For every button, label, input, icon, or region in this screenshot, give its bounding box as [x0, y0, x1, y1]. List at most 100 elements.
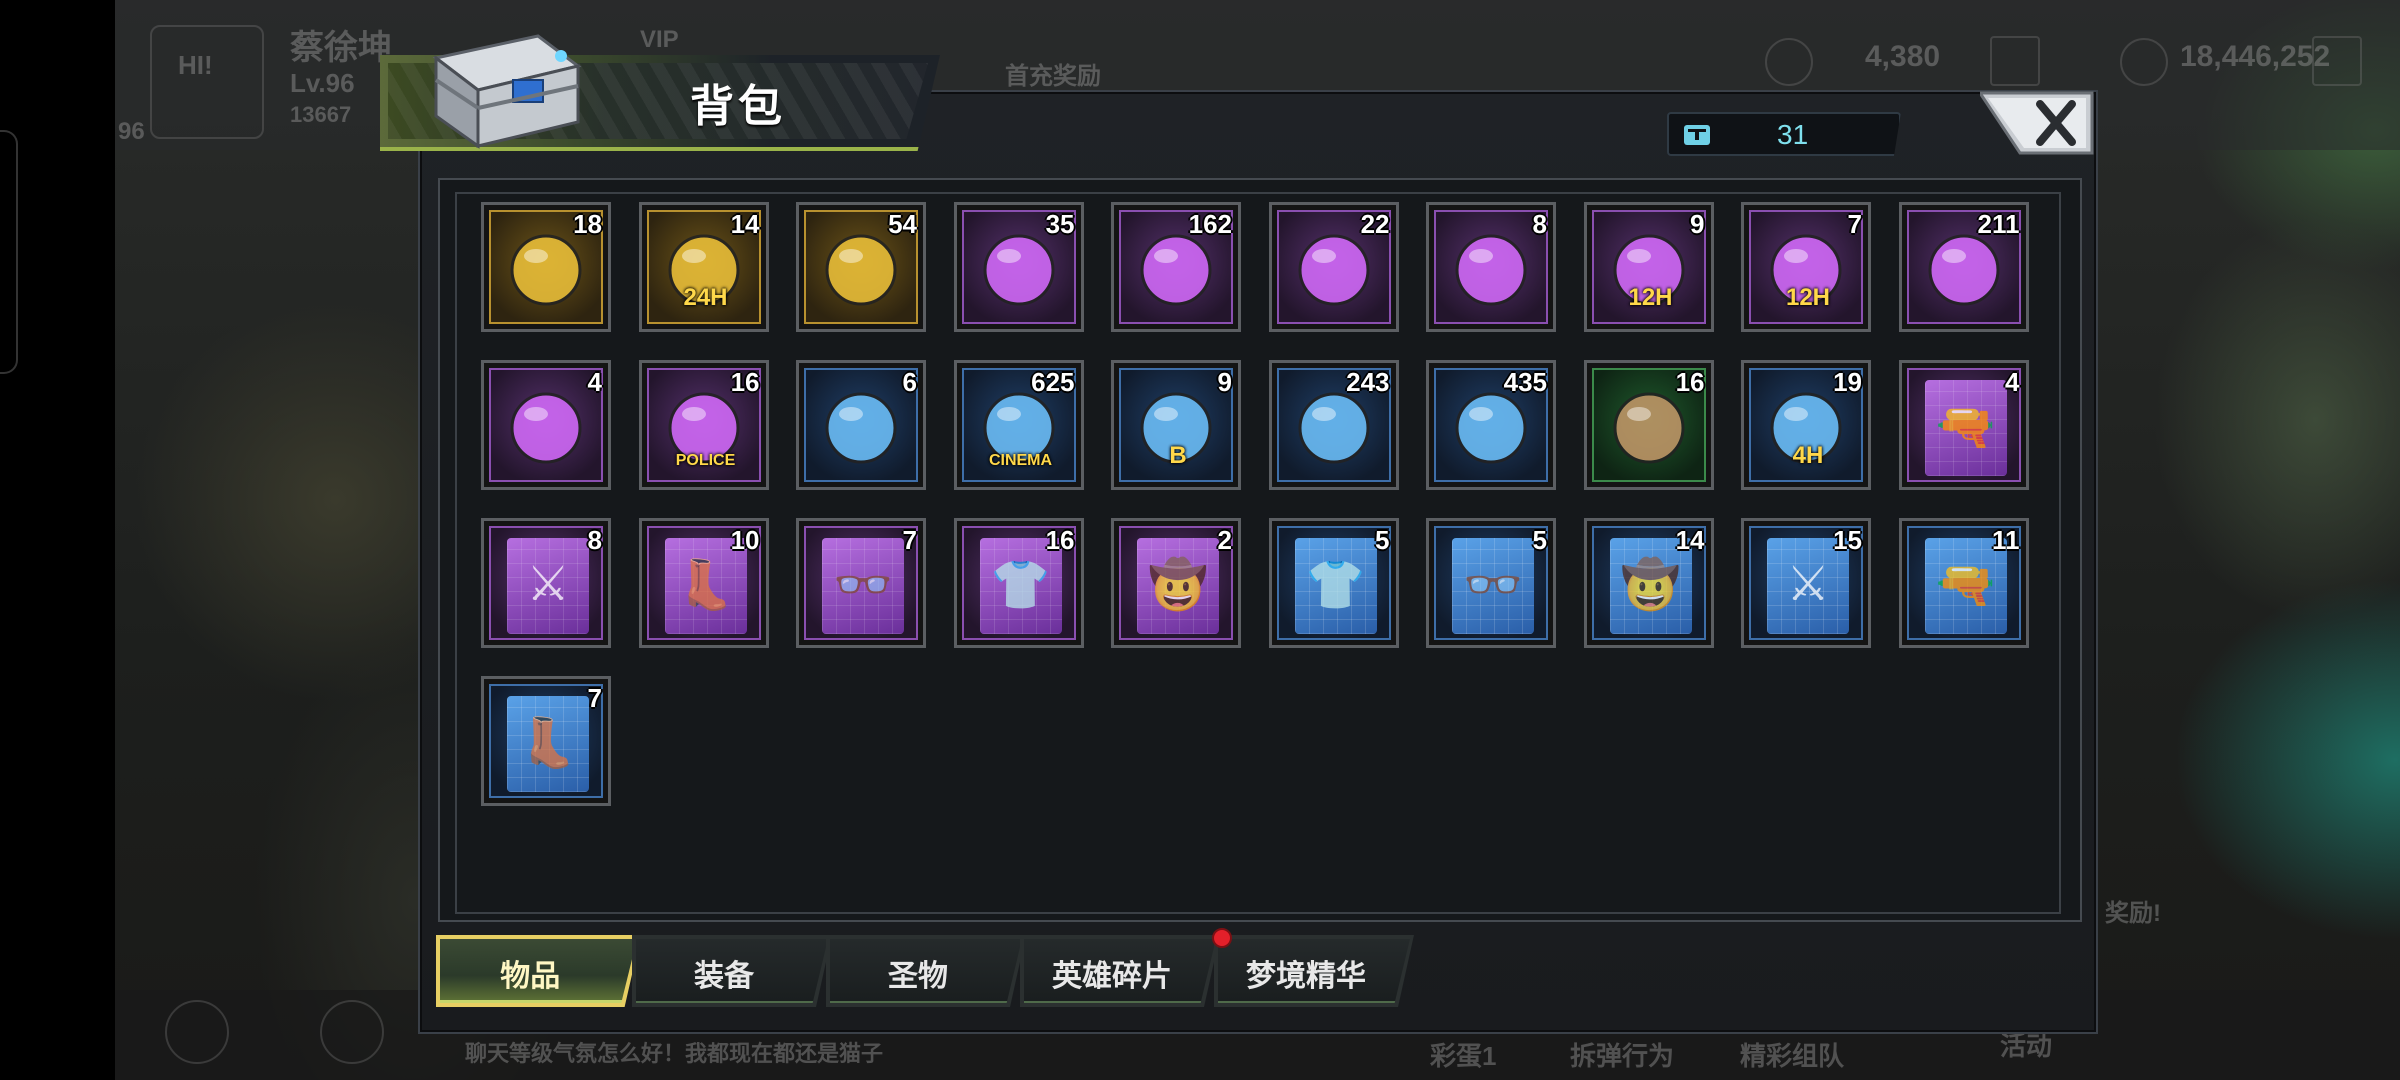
- inventory-slot[interactable]: 👓 7: [796, 518, 926, 648]
- inventory-slot[interactable]: 4: [481, 360, 611, 490]
- inventory-slot[interactable]: 🔫 11: [1898, 518, 2029, 648]
- capacity-count: 31: [1777, 119, 1809, 150]
- blueprint-glyph: 👢: [675, 557, 736, 613]
- inventory-slot[interactable]: 8: [1426, 202, 1556, 332]
- inventory-slot[interactable]: 👢 7: [481, 676, 611, 806]
- bunny-coin-icon: [804, 368, 918, 482]
- gold-coin-icon: [2120, 38, 2168, 86]
- inventory-slot[interactable]: 4H 19: [1741, 360, 1871, 490]
- bunny-coin-icon-shape: [825, 392, 897, 464]
- blue-bottlecap-icon: B: [1119, 368, 1233, 482]
- tab-hero-shards[interactable]: 英雄碎片: [1020, 935, 1220, 1007]
- right-reward-label: 奖励!: [2105, 900, 2161, 927]
- inventory-slot[interactable]: ⚔ 8: [481, 518, 611, 648]
- inventory-slot[interactable]: 👕 16: [953, 518, 1084, 648]
- inventory-slot[interactable]: 243: [1268, 360, 1399, 490]
- player-name: 蔡徐坤: [290, 29, 392, 67]
- inventory-slot[interactable]: 435: [1426, 360, 1556, 490]
- blueprint-glyph: 🔫: [1935, 557, 1996, 613]
- treasure-chest-icon: [432, 34, 582, 149]
- item-count: 6: [902, 367, 917, 397]
- close-button[interactable]: [1977, 90, 2095, 156]
- inventory-slot[interactable]: 12H 9: [1583, 202, 1714, 332]
- chat-icon[interactable]: [320, 1000, 384, 1064]
- storage-box-icon: [1684, 125, 1710, 145]
- hourglass-icon: [1434, 210, 1548, 324]
- item-count: 19: [1833, 367, 1862, 397]
- blueprint-card: 🔫: [1924, 380, 2007, 476]
- gold-card-12h-icon: 12H: [1749, 210, 1863, 324]
- dialog-title: 背包: [690, 82, 786, 131]
- blueprint-glyph: 🔫: [1935, 399, 1996, 455]
- item-count: 22: [1360, 209, 1390, 239]
- inventory-slot[interactable]: 🔫 4: [1898, 360, 2029, 490]
- item-count: 162: [1188, 209, 1232, 239]
- glasses-blueprint-icon: 👓: [804, 526, 918, 640]
- inventory-slot[interactable]: 162: [1111, 202, 1241, 332]
- tab-items[interactable]: 物品: [436, 935, 641, 1007]
- blueprint-card: ⚔: [507, 538, 589, 634]
- inventory-slot[interactable]: 22: [1268, 202, 1399, 332]
- item-count: 10: [730, 525, 760, 555]
- inventory-slot[interactable]: 👓 5: [1426, 518, 1556, 648]
- inventory-slot[interactable]: 211: [1898, 202, 2029, 332]
- bottom-button-1[interactable]: 彩蛋1: [1430, 1036, 1496, 1073]
- close-icon: [1977, 91, 2094, 155]
- inventory-slot[interactable]: B9: [1111, 360, 1241, 490]
- inventory-slot[interactable]: 16: [1583, 360, 1714, 490]
- inventory-slot[interactable]: 🤠 14: [1583, 518, 1714, 648]
- item-label: 4H: [1792, 442, 1824, 469]
- gold-count: 18,446,252: [2180, 40, 2331, 73]
- tab-label: 圣物: [888, 960, 948, 993]
- blueprint-glyph: 👓: [833, 557, 893, 613]
- tab-dream-essence[interactable]: 梦境精华: [1214, 935, 1414, 1007]
- inventory-slot[interactable]: 54: [796, 202, 926, 332]
- diamond-icon: [1765, 38, 1813, 86]
- item-count: 2: [1217, 525, 1232, 555]
- capacity-counter: 31: [1667, 112, 1901, 156]
- item-count: 8: [1532, 209, 1547, 239]
- inventory-slot[interactable]: 🤠 2: [1111, 518, 1241, 648]
- friends-icon[interactable]: [165, 1000, 229, 1064]
- item-count: 211: [1977, 209, 2020, 239]
- item-count: 14: [730, 209, 760, 239]
- inventory-slot[interactable]: 35: [953, 202, 1084, 332]
- bottom-button-3[interactable]: 精彩组队: [1740, 1036, 1844, 1073]
- gem-card-12h-icon: 12H: [1591, 210, 1706, 324]
- item-count: 5: [1532, 525, 1547, 555]
- inventory-slot[interactable]: 👕 5: [1268, 518, 1399, 648]
- item-count: 16: [1675, 367, 1705, 397]
- inventory-slot[interactable]: POLICE 16: [638, 360, 769, 490]
- item-label: POLICE: [675, 452, 736, 469]
- item-count: 9: [1690, 209, 1705, 239]
- blueprint-glyph: 👢: [518, 715, 578, 771]
- item-count: 8: [587, 525, 602, 555]
- inventory-slot[interactable]: 18: [481, 202, 611, 332]
- inventory-slot[interactable]: ⚔ 15: [1741, 518, 1871, 648]
- tab-relics[interactable]: 圣物: [826, 935, 1026, 1007]
- tab-label: 装备: [694, 960, 754, 993]
- inventory-slot[interactable]: 6: [796, 360, 926, 490]
- blueprint-glyph: ⚔: [526, 556, 570, 612]
- add-gold-button[interactable]: [2312, 36, 2362, 86]
- notification-dot: [1212, 928, 1232, 948]
- chat-preview-text: 聊天等级气氛怎么好！我都现在都还是猫子: [465, 1041, 884, 1066]
- player-level-badge: 96: [118, 118, 145, 145]
- inventory-slot[interactable]: CINEMA 625: [953, 360, 1084, 490]
- inventory-slot[interactable]: 12H 7: [1741, 202, 1871, 332]
- item-count: 9: [1217, 367, 1232, 397]
- item-count: 435: [1503, 367, 1547, 397]
- add-diamonds-button[interactable]: [1990, 36, 2040, 86]
- spade-chip-icon: [489, 368, 603, 482]
- item-count: 243: [1346, 367, 1390, 397]
- hi-chat-icon: [150, 25, 264, 139]
- blueprint-card: 👓: [822, 538, 904, 634]
- tab-equipment[interactable]: 装备: [632, 935, 832, 1007]
- item-label: 12H: [1628, 284, 1673, 311]
- bottom-button-2[interactable]: 拆弹行为: [1570, 1036, 1674, 1073]
- blueprint-glyph: 🤠: [1148, 557, 1208, 613]
- blueprint-card: 👢: [507, 696, 589, 792]
- inventory-slot[interactable]: 24H 14: [638, 202, 769, 332]
- inventory-slot[interactable]: 👢 10: [638, 518, 769, 648]
- vip-label: VIP: [640, 26, 679, 53]
